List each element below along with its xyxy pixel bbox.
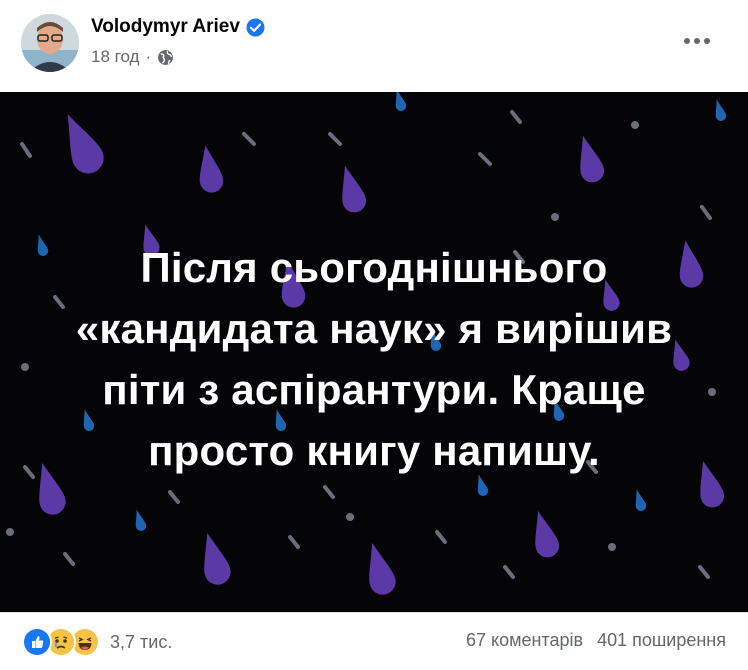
more-dot — [694, 38, 700, 44]
more-dot — [704, 38, 710, 44]
post-timestamp[interactable]: 18 год — [91, 47, 139, 67]
caption-line: просто книгу напишу. — [148, 427, 600, 474]
post-stats: 67 коментарів 401 поширення — [466, 630, 726, 651]
post-footer: 3,7 тис. 67 коментарів 401 поширення — [0, 612, 748, 670]
post-meta: 18 год · — [91, 47, 174, 67]
more-dot — [684, 38, 690, 44]
like-icon — [22, 627, 52, 657]
reactions-summary[interactable]: 3,7 тис. — [22, 627, 172, 657]
comments-count[interactable]: 67 коментарів — [466, 630, 583, 651]
reactions-count[interactable]: 3,7 тис. — [110, 632, 172, 653]
image-caption-text: Після сьогоднішнього «кандидата наук» я … — [0, 237, 748, 481]
verified-badge-icon — [246, 18, 265, 37]
stats-gap — [583, 630, 597, 651]
post-image[interactable]: Після сьогоднішнього «кандидата наук» я … — [0, 92, 748, 612]
globe-icon[interactable] — [157, 49, 174, 66]
caption-line: піти з аспірантури. Краще — [102, 366, 646, 413]
meta-separator: · — [145, 47, 152, 66]
author-name[interactable]: Volodymyr Ariev — [91, 16, 240, 38]
author-avatar[interactable] — [21, 14, 79, 72]
author-name-row: Volodymyr Ariev — [91, 16, 265, 38]
more-options-button[interactable] — [673, 20, 721, 62]
caption-line: Після сьогоднішнього — [140, 244, 608, 291]
post-header: Volodymyr Ariev 18 год · — [0, 0, 748, 92]
caption-line: «кандидата наук» я вирішив — [75, 305, 673, 352]
shares-count[interactable]: 401 поширення — [597, 630, 726, 651]
